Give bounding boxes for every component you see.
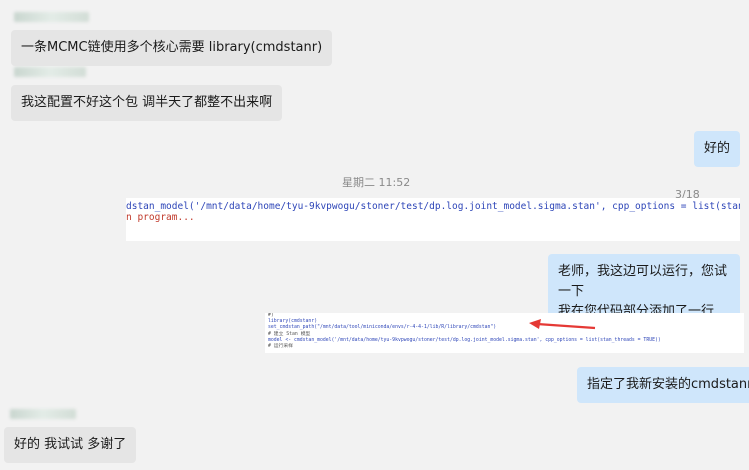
code-line: n program... <box>126 212 195 223</box>
code-line: dstan_model('/mnt/data/home/tyu-9kvpwogu… <box>126 201 740 212</box>
message-text: 一条MCMC链使用多个核心需要 library(cmdstanr) <box>21 40 323 55</box>
sender-name-blurred <box>14 12 89 22</box>
code-screenshot-image[interactable]: dstan_model('/mnt/data/home/tyu-9kvpwogu… <box>126 198 740 241</box>
message-text: 好的 <box>704 141 731 156</box>
message-text: 我这配置不好这个包 调半天了都整不出来啊 <box>21 95 273 110</box>
message-bubble-left[interactable]: 一条MCMC链使用多个核心需要 library(cmdstanr) <box>11 30 333 66</box>
message-text: 指定了我新安装的cmdstanr <box>587 377 749 392</box>
message-bubble-left[interactable]: 我这配置不好这个包 调半天了都整不出来啊 <box>11 85 283 121</box>
message-text: 好的 我试试 多谢了 <box>14 437 127 452</box>
code-screenshot-image[interactable]: #) library(cmdstanr) set_cmdstan_path("/… <box>265 313 744 353</box>
message-bubble-right[interactable]: 指定了我新安装的cmdstanr <box>577 367 749 403</box>
message-text-line: 老师，我这边可以运行，您试一下 <box>558 264 728 299</box>
message-bubble-right[interactable]: 好的 <box>694 131 741 167</box>
message-bubble-left[interactable]: 好的 我试试 多谢了 <box>4 427 137 463</box>
sender-name-blurred <box>10 409 76 419</box>
red-arrow-annotation <box>529 319 596 330</box>
code-line: # 运行采样 <box>268 344 293 350</box>
timestamp-center: 星期二 11:52 <box>342 176 411 189</box>
sender-name-blurred <box>14 67 86 77</box>
